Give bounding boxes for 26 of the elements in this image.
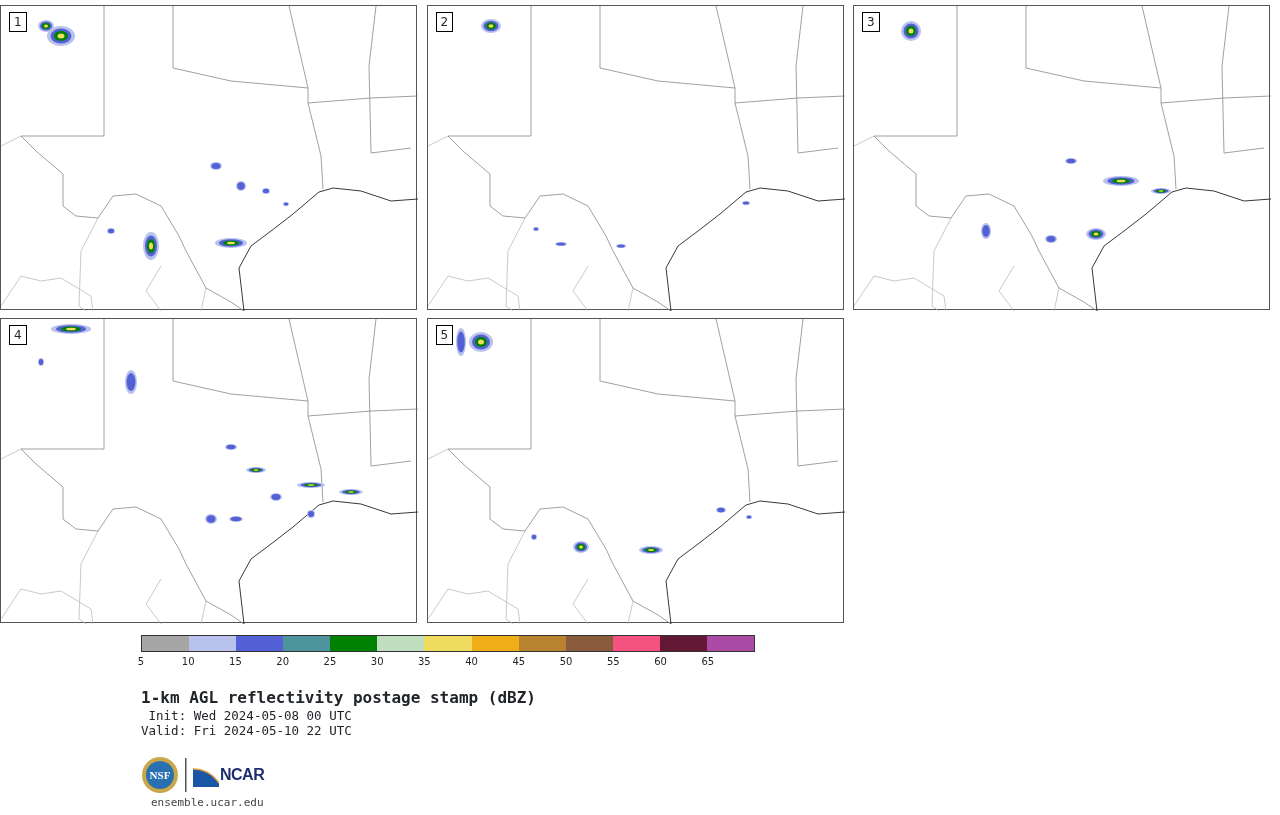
tick-label: 60 [654,656,667,668]
tick-label: 5 [137,656,145,668]
tick-label: 10 [181,656,195,668]
tick-label: 30 [370,656,384,668]
logo-divider-icon [185,758,187,792]
ncar-swoosh-icon [193,767,219,787]
panel-number: 4 [9,325,27,345]
chart-title: 1-km AGL reflectivity postage stamp (dBZ) [141,688,537,708]
tick-label: 15 [229,656,242,668]
panel-number: 2 [435,12,454,32]
panel-number: 3 [862,12,880,32]
panel-number: 1 [9,12,27,32]
panel-number: 5 [435,325,454,345]
init-time: Init: Wed 2024-05-08 00 UTC [147,708,353,723]
tick-label: 50 [559,656,573,668]
tick-label: 35 [418,656,431,668]
tick-label: 40 [465,656,478,668]
nsf-logo-icon: NSF [141,756,179,794]
website-url: ensemble.ucar.edu [151,796,265,809]
tick-label: 65 [701,656,715,668]
tick-label: 55 [606,656,620,668]
tick-label: 20 [276,656,290,668]
ncar-logo-text: NCAR [220,765,265,785]
tick-label: 45 [512,656,526,668]
valid-time: Valid: Fri 2024-05-10 22 UTC [141,723,353,738]
tick-label: 25 [323,656,337,668]
